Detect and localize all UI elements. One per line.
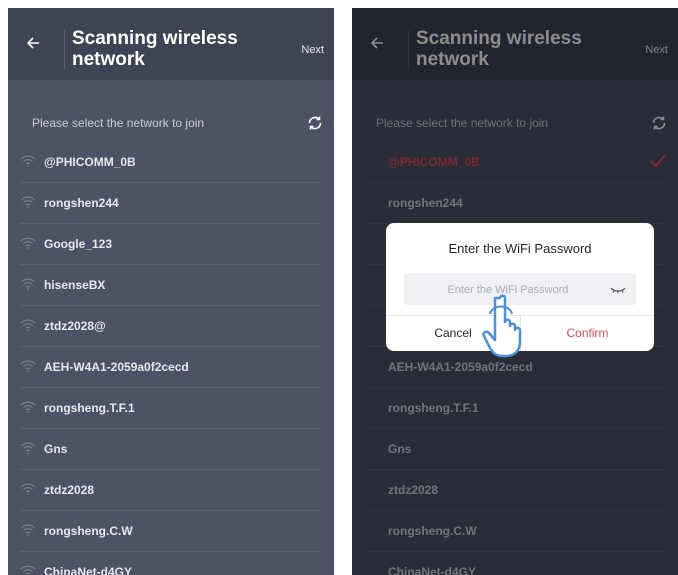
wifi-icon bbox=[20, 155, 36, 167]
network-name: AEH-W4A1-2059a0f2cecd bbox=[44, 360, 189, 374]
network-name: rongshen244 bbox=[44, 196, 119, 210]
network-name: rongsheng.T.F.1 bbox=[44, 401, 135, 415]
wifi-icon bbox=[20, 565, 36, 575]
pointing-hand-icon bbox=[482, 294, 522, 358]
wifi-icon bbox=[20, 524, 36, 536]
confirm-button[interactable]: Confirm bbox=[521, 315, 654, 351]
network-name: ztdz2028@ bbox=[44, 319, 106, 333]
wifi-icon bbox=[20, 442, 36, 454]
wifi-icon bbox=[20, 483, 36, 495]
wifi-icon bbox=[20, 237, 36, 249]
network-list: @PHICOMM_0B rongshen244 Google_123 hisenseB… bbox=[20, 142, 322, 575]
network-name: ztdz2028 bbox=[44, 483, 95, 497]
network-row[interactable]: Google_123 bbox=[20, 224, 322, 265]
next-button[interactable]: Next bbox=[301, 44, 324, 56]
network-row[interactable]: rongshen244 bbox=[20, 183, 322, 224]
network-row[interactable]: ChinaNet-d4GY bbox=[20, 552, 322, 575]
network-row[interactable]: rongsheng.C.W bbox=[20, 511, 322, 552]
wifi-icon bbox=[20, 401, 36, 413]
instruction-text: Please select the network to join bbox=[32, 116, 205, 130]
header-divider bbox=[64, 30, 65, 70]
dialog-title: Enter the WiFi Password bbox=[448, 241, 592, 256]
wifi-icon bbox=[20, 360, 36, 372]
network-name: ChinaNet-d4GY bbox=[44, 565, 133, 575]
network-row[interactable]: Gns bbox=[20, 429, 322, 470]
refresh-icon[interactable] bbox=[306, 114, 324, 132]
back-arrow-icon[interactable] bbox=[26, 36, 40, 50]
page-title: Scanning wireless network bbox=[72, 28, 238, 70]
network-name: hisenseBX bbox=[44, 278, 106, 292]
wifi-icon bbox=[20, 196, 36, 208]
header-bar: Scanning wireless network Next bbox=[8, 8, 334, 80]
network-row[interactable]: rongsheng.T.F.1 bbox=[20, 388, 322, 429]
network-row[interactable]: @PHICOMM_0B bbox=[20, 142, 322, 183]
wifi-icon bbox=[20, 278, 36, 290]
network-row[interactable]: ztdz2028@ bbox=[20, 306, 322, 347]
network-name: Google_123 bbox=[44, 237, 113, 251]
eye-closed-icon[interactable] bbox=[610, 283, 626, 295]
network-name: rongsheng.C.W bbox=[44, 524, 133, 538]
network-name: Gns bbox=[44, 442, 68, 456]
network-row[interactable]: AEH-W4A1-2059a0f2cecd bbox=[20, 347, 322, 388]
wifi-icon bbox=[20, 319, 36, 331]
network-row[interactable]: hisenseBX bbox=[20, 265, 322, 306]
network-row[interactable]: ztdz2028 bbox=[20, 470, 322, 511]
network-list-screen: Scanning wireless network Next Please se… bbox=[8, 8, 334, 575]
network-name: @PHICOMM_0B bbox=[44, 155, 136, 169]
